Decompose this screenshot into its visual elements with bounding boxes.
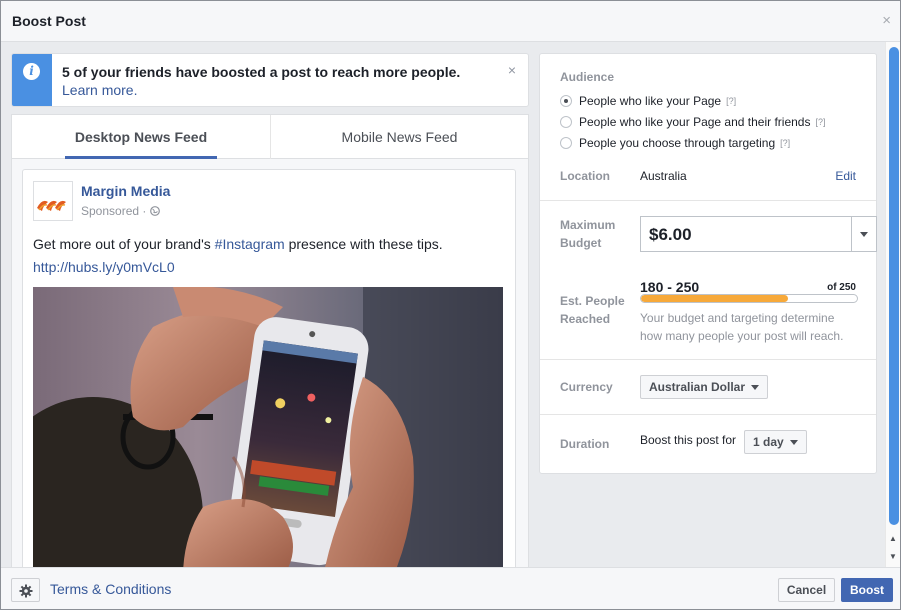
- reach-max: of 250: [827, 282, 856, 293]
- duration-select[interactable]: 1 day: [744, 430, 807, 454]
- audience-option-fans-and-friends[interactable]: People who like your Page and their frie…: [560, 113, 826, 131]
- terms-conditions-link[interactable]: Terms & Conditions: [50, 581, 171, 597]
- budget-dropdown-button[interactable]: [851, 217, 876, 251]
- preview-tabs: Desktop News Feed Mobile News Feed: [12, 115, 528, 159]
- reach-note: Your budget and targeting determine how …: [640, 311, 844, 343]
- location-value: Australia: [640, 169, 687, 183]
- sponsored-post: Margin Media Sponsored · Get more out of…: [22, 169, 516, 567]
- scroll-up-arrow[interactable]: ▲: [889, 534, 897, 543]
- location-edit-link[interactable]: Edit: [835, 169, 856, 183]
- help-icon[interactable]: [?]: [815, 117, 825, 127]
- post-text-start: Get more out of your brand's: [33, 236, 215, 252]
- divider: [540, 200, 876, 201]
- boost-post-dialog: Boost Post × i 5 of your friends have bo…: [0, 0, 901, 610]
- scroll-down-arrow[interactable]: ▼: [889, 552, 897, 561]
- currency-select[interactable]: Australian Dollar: [640, 375, 769, 399]
- notice-message: 5 of your friends have boosted a post to…: [62, 63, 482, 99]
- budget-select[interactable]: $6.00: [640, 216, 877, 252]
- friends-boost-notice: i 5 of your friends have boosted a post …: [11, 53, 529, 107]
- globe-icon: [149, 206, 160, 216]
- location-label: Location: [560, 169, 610, 183]
- audience-option-label: People you choose through targeting: [579, 136, 776, 150]
- learn-more-link[interactable]: Learn more.: [62, 82, 137, 98]
- budget-value: $6.00: [649, 225, 692, 244]
- divider: [540, 414, 876, 415]
- reach-label: Est. People Reached: [560, 294, 625, 326]
- duration-prefix: Boost this post for: [640, 433, 737, 447]
- audience-label: Audience: [560, 70, 615, 84]
- divider: [540, 359, 876, 360]
- post-url-link[interactable]: http://hubs.ly/y0mVcL0: [33, 259, 175, 275]
- dialog-body: i 5 of your friends have boosted a post …: [1, 42, 900, 567]
- tab-desktop-news-feed[interactable]: Desktop News Feed: [65, 115, 217, 159]
- audience-option-label: People who like your Page: [579, 94, 722, 108]
- duration-value: 1 day: [753, 435, 784, 449]
- dialog-title: Boost Post: [12, 13, 86, 29]
- close-icon[interactable]: ×: [882, 12, 891, 29]
- hashtag-link[interactable]: #Instagram: [215, 236, 285, 252]
- help-icon[interactable]: [?]: [780, 138, 790, 148]
- currency-label: Currency: [560, 380, 613, 394]
- audience-option-page-fans[interactable]: People who like your Page [?]: [560, 92, 736, 110]
- scrollbar-thumb[interactable]: [889, 47, 899, 525]
- reach-progress-bar: [640, 294, 858, 303]
- dialog-header: Boost Post ×: [1, 1, 900, 42]
- chevron-down-icon: [751, 384, 760, 390]
- gear-icon: [19, 584, 33, 598]
- radio-unselected[interactable]: [560, 116, 572, 128]
- page-avatar[interactable]: [33, 181, 73, 221]
- budget-label: Maximum Budget: [560, 218, 616, 250]
- tab-mobile-news-feed[interactable]: Mobile News Feed: [270, 115, 528, 159]
- audience-option-label: People who like your Page and their frie…: [579, 115, 811, 129]
- info-icon: i: [23, 63, 40, 80]
- post-preview: Desktop News Feed Mobile News Feed Margi…: [11, 114, 529, 567]
- boost-button[interactable]: Boost: [841, 578, 893, 602]
- help-icon[interactable]: [?]: [726, 96, 736, 106]
- sponsored-label: Sponsored ·: [81, 204, 160, 218]
- radio-selected[interactable]: [560, 95, 572, 107]
- dialog-footer: Terms & Conditions Cancel Boost: [1, 567, 900, 609]
- reach-progress-fill: [641, 295, 788, 302]
- feed-background: Margin Media Sponsored · Get more out of…: [12, 159, 528, 567]
- reach-range: 180 - 250: [640, 279, 700, 295]
- currency-value: Australian Dollar: [649, 380, 746, 394]
- sponsored-text: Sponsored ·: [81, 204, 150, 218]
- duration-label: Duration: [560, 437, 610, 451]
- notice-close-icon[interactable]: ×: [508, 62, 516, 78]
- radio-unselected[interactable]: [560, 137, 572, 149]
- info-bar: i: [12, 54, 52, 106]
- settings-panel: Audience People who like your Page [?] P…: [539, 53, 877, 474]
- chevron-down-icon: [860, 232, 868, 237]
- scrollbar[interactable]: ▲ ▼: [885, 42, 900, 567]
- post-text: Get more out of your brand's #Instagram …: [33, 234, 503, 254]
- post-photo[interactable]: [33, 287, 503, 567]
- cancel-button[interactable]: Cancel: [778, 578, 835, 602]
- chevron-down-icon: [789, 439, 798, 445]
- notice-text: 5 of your friends have boosted a post to…: [62, 64, 461, 80]
- settings-button[interactable]: [11, 578, 40, 602]
- page-name-link[interactable]: Margin Media: [81, 183, 170, 199]
- audience-option-targeting[interactable]: People you choose through targeting [?]: [560, 134, 790, 152]
- post-text-end: presence with these tips.: [284, 236, 443, 252]
